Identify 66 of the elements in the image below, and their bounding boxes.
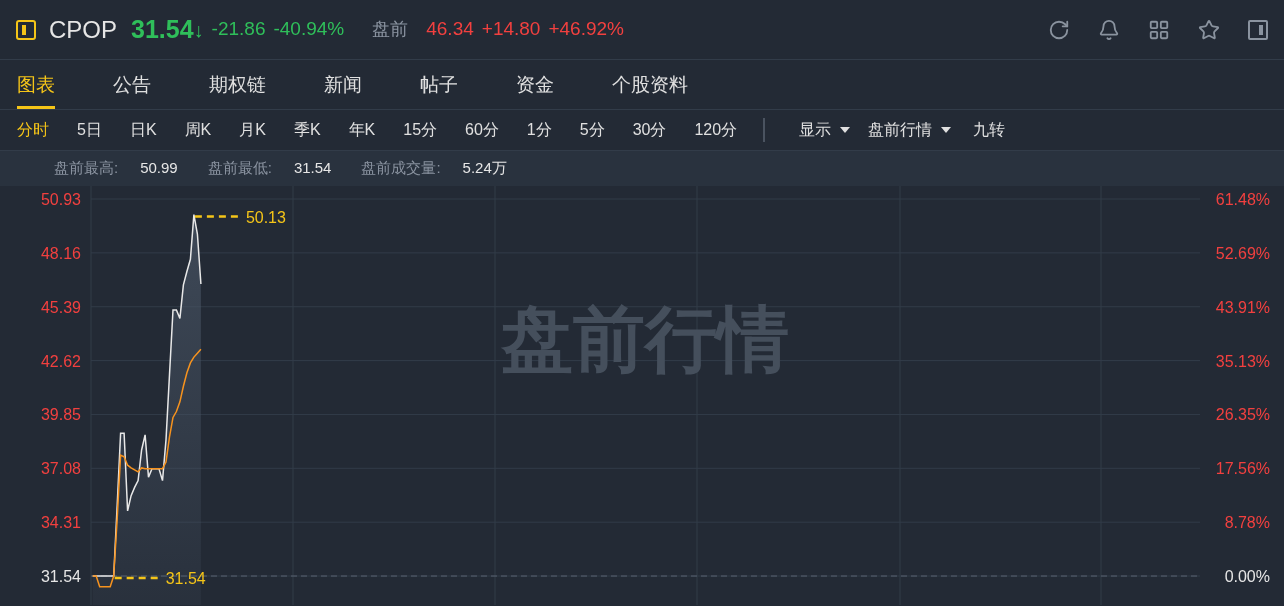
axis-label: 17.56%	[1215, 460, 1270, 478]
axis-label: 45.39	[40, 298, 81, 316]
axis-label: 31.54	[40, 568, 81, 586]
axis-label: 50.93	[40, 191, 81, 209]
tab[interactable]: 资金	[516, 70, 554, 109]
period-tab[interactable]: 分时	[17, 118, 49, 142]
period-tab[interactable]: 5日	[77, 118, 102, 142]
period-tab[interactable]: 60分	[465, 118, 499, 142]
axis-label: 35.13%	[1215, 352, 1270, 370]
stat-label: 盘前最低:	[207, 158, 272, 179]
period-tab[interactable]: 月K	[239, 118, 266, 142]
axis-label: 48.16	[40, 244, 81, 262]
session-label: 盘前	[372, 18, 409, 41]
tab[interactable]: 新闻	[324, 70, 362, 109]
dropdown-button[interactable]: 盘前行情	[868, 118, 952, 142]
grid-icon[interactable]	[1148, 18, 1170, 41]
axis-label: 34.31	[40, 514, 81, 532]
side-panel-icon[interactable]	[1248, 19, 1268, 40]
axis-label: 42.62	[40, 352, 81, 370]
stock-badge-icon	[16, 19, 36, 40]
tab[interactable]: 期权链	[209, 70, 266, 109]
axis-label: 0.00%	[1224, 568, 1270, 586]
period-tab[interactable]: 季K	[293, 118, 321, 142]
stat-label: 盘前最高:	[54, 158, 119, 179]
stock-symbol: CPOP	[49, 14, 117, 45]
period-tab[interactable]: 15分	[403, 118, 438, 142]
period-tab[interactable]: 日K	[129, 118, 157, 142]
dropdown-button[interactable]: 显示	[799, 118, 851, 142]
stat-label: 盘前成交量:	[361, 158, 441, 179]
period-tab[interactable]: 5分	[579, 118, 605, 142]
tab[interactable]: 个股资料	[612, 70, 688, 109]
caret-icon	[941, 127, 952, 133]
toolbar-button[interactable]: 九转	[973, 118, 1006, 142]
axis-label: 26.35%	[1215, 406, 1270, 424]
axis-label: 8.78%	[1224, 514, 1270, 532]
caret-icon	[840, 127, 851, 133]
stat-value: 31.54	[293, 158, 332, 179]
axis-label: 37.08	[40, 460, 81, 478]
leader-line	[114, 576, 160, 580]
price-marker-label: 31.54	[165, 570, 206, 588]
period-tab[interactable]: 120分	[694, 118, 738, 142]
period-tab[interactable]: 周K	[184, 118, 212, 142]
price-change-percent: -40.94%	[273, 17, 345, 42]
tab[interactable]: 公告	[113, 70, 151, 109]
session-change-percent: +46.92%	[548, 17, 624, 42]
tab[interactable]: 图表	[17, 70, 55, 109]
session-change: +14.80	[481, 17, 541, 42]
axis-label: 52.69%	[1215, 244, 1270, 262]
axis-label: 61.48%	[1215, 191, 1270, 209]
period-tab[interactable]: 年K	[348, 118, 376, 142]
period-tab[interactable]: 30分	[632, 118, 667, 142]
stat-value: 50.99	[140, 158, 178, 179]
session-price: 46.34	[426, 17, 474, 42]
refresh-icon[interactable]	[1048, 18, 1070, 41]
stat-value: 5.24万	[462, 158, 507, 179]
star-icon[interactable]	[1198, 18, 1220, 41]
period-tab[interactable]: 1分	[526, 118, 552, 142]
trend-arrow: ↓	[193, 17, 204, 43]
axis-label: 43.91%	[1215, 298, 1270, 316]
leader-line	[194, 215, 240, 218]
last-price: 31.54	[131, 13, 194, 45]
price-change: -21.86	[211, 17, 266, 42]
tab[interactable]: 帖子	[420, 70, 458, 109]
bell-icon[interactable]	[1098, 18, 1120, 41]
price-marker-label: 50.13	[245, 208, 286, 226]
axis-label: 39.85	[40, 406, 81, 424]
